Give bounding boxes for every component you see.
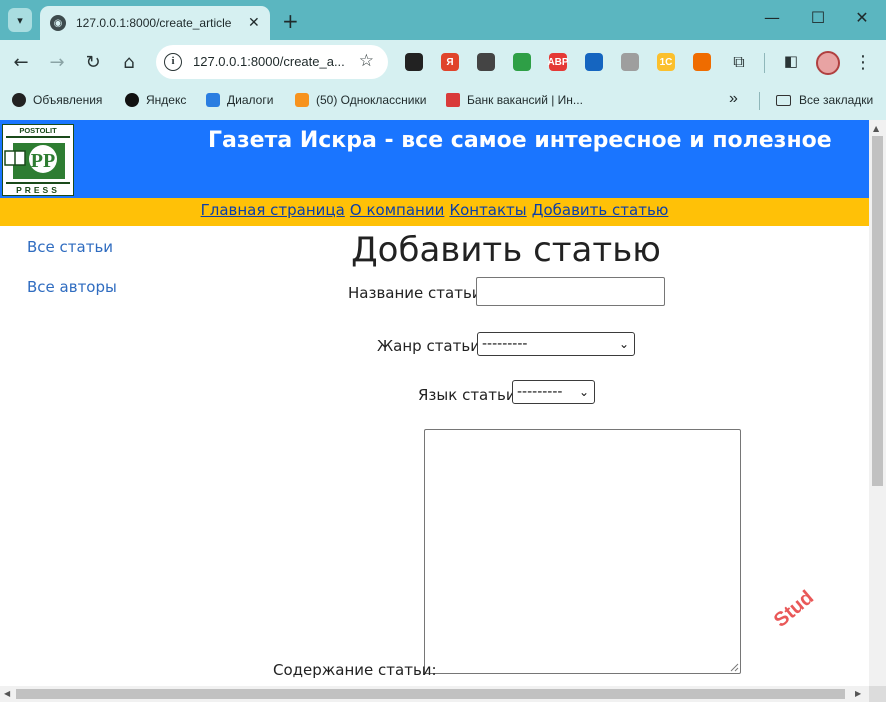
ext-gray-shield-icon[interactable] (621, 53, 639, 71)
new-tab-button[interactable]: + (282, 9, 299, 33)
menu-link-home[interactable]: Главная страница (201, 201, 345, 219)
watermark-text: Stud (769, 586, 818, 632)
chevron-down-icon: ▾ (17, 13, 23, 27)
browser-toolbar: ← → ↻ ⌂ i 127.0.0.1:8000/create_a... ☆ Я… (0, 40, 886, 86)
bookmark-item[interactable]: Диалоги (206, 93, 273, 107)
back-arrow-icon[interactable]: ← (10, 52, 32, 73)
article-content-textarea[interactable] (424, 429, 741, 674)
menu-link-contacts[interactable]: Контакты (449, 201, 526, 219)
logo-top-text: POSTOLIT (19, 126, 57, 135)
ext-globe-icon[interactable] (585, 53, 603, 71)
ext-shield-icon[interactable] (477, 53, 495, 71)
menu-link-add-article[interactable]: Добавить статью (532, 201, 669, 219)
bookmark-item[interactable]: (50) Одноклассники (295, 93, 426, 107)
genre-selected-value: --------- (482, 336, 528, 352)
scroll-left-arrow-icon[interactable]: ◀ (4, 689, 10, 698)
site-header: POSTOLIT PP PRESS Газета Искра - все сам… (0, 120, 869, 198)
tab-search-button[interactable]: ▾ (8, 8, 32, 32)
svg-text:PP: PP (31, 150, 55, 172)
bookmark-star-icon[interactable]: ☆ (359, 51, 374, 71)
content-label: Содержание статьи: (273, 661, 437, 679)
ext-abp-icon[interactable]: ABP (547, 53, 569, 71)
bookmark-label: Объявления (33, 93, 103, 107)
forward-arrow-icon[interactable]: → (46, 52, 68, 73)
language-selected-value: --------- (517, 384, 563, 400)
overflow-label: » (729, 90, 738, 107)
extensions-puzzle-icon[interactable]: ⧉ (728, 52, 750, 72)
profile-avatar[interactable] (816, 51, 840, 75)
web-page: POSTOLIT PP PRESS Газета Искра - все сам… (0, 120, 869, 686)
postolit-press-logo: POSTOLIT PP PRESS (4, 126, 70, 195)
page-heading: Добавить статью (351, 230, 661, 270)
scrollbar-corner (869, 686, 886, 702)
bookmark-item[interactable]: Яндекс (125, 93, 186, 107)
toolbar-divider (764, 53, 765, 73)
bookmarks-divider (759, 92, 760, 110)
sidebar-link-all-authors[interactable]: Все авторы (27, 278, 117, 296)
scroll-right-arrow-icon[interactable]: ▶ (855, 689, 861, 698)
home-icon[interactable]: ⌂ (118, 52, 140, 73)
menu-link-about[interactable]: О компании (350, 201, 444, 219)
article-title-label: Название статьи: (348, 284, 487, 302)
ext-yandex-icon[interactable]: Я (441, 53, 459, 71)
all-bookmarks-label: Все закладки (799, 93, 874, 107)
globe-icon: ◉ (50, 15, 66, 31)
genre-label: Жанр статьи: (377, 337, 486, 355)
vertical-scroll-thumb[interactable] (872, 136, 883, 486)
bookmark-label: (50) Одноклассники (316, 93, 427, 107)
bookmark-item[interactable]: Объявления (12, 93, 102, 107)
site-logo: POSTOLIT PP PRESS (2, 124, 74, 196)
active-tab[interactable]: ◉ 127.0.0.1:8000/create_article ✕ (40, 6, 270, 40)
bookmarks-bar: Объявления Яндекс Диалоги (50) Однокласс… (0, 86, 886, 116)
resize-grip-icon[interactable] (729, 662, 739, 672)
maximize-icon[interactable]: ☐ (808, 8, 828, 27)
chevron-down-icon: ⌄ (618, 337, 629, 351)
bookmark-icon (446, 93, 460, 107)
bookmark-item[interactable]: Банк вакансий | Ин... (446, 93, 583, 107)
site-title: Газета Искра - все самое интересное и по… (208, 128, 832, 153)
bookmark-label: Банк вакансий | Ин... (467, 93, 583, 107)
article-title-input[interactable] (476, 277, 665, 306)
logo-bottom-text: PRESS (16, 185, 60, 195)
language-label: Язык статьи: (418, 386, 521, 404)
bookmark-icon (206, 93, 220, 107)
folder-icon (776, 94, 791, 106)
bookmark-label: Диалоги (227, 93, 274, 107)
horizontal-scrollbar[interactable]: ◀ ▶ (0, 686, 869, 702)
reload-icon[interactable]: ↻ (82, 52, 104, 73)
side-panel-icon[interactable]: ◧ (780, 52, 802, 70)
chevron-down-icon: ⌄ (578, 385, 589, 399)
ext-home-icon[interactable] (513, 53, 531, 71)
tab-title: 127.0.0.1:8000/create_article (76, 16, 232, 30)
main-menu: Главная страница О компании Контакты Доб… (0, 198, 869, 226)
bookmark-icon (295, 93, 309, 107)
site-info-icon[interactable]: i (164, 53, 182, 71)
horizontal-scroll-thumb[interactable] (16, 689, 845, 699)
address-url[interactable]: 127.0.0.1:8000/create_a... (193, 54, 345, 69)
bookmark-label: Яндекс (146, 93, 187, 107)
bookmark-icon (12, 93, 26, 107)
kebab-menu-icon[interactable]: ⋮ (852, 52, 874, 73)
bookmarks-overflow-button[interactable]: » (729, 90, 738, 108)
minimize-icon[interactable]: — (762, 8, 782, 27)
window-close-icon[interactable]: ✕ (852, 8, 872, 27)
vertical-scrollbar[interactable]: ▲ (869, 120, 886, 686)
scroll-up-arrow-icon[interactable]: ▲ (873, 124, 879, 133)
address-bar[interactable]: i 127.0.0.1:8000/create_a... ☆ (156, 45, 388, 79)
genre-select[interactable]: --------- ⌄ (477, 332, 635, 356)
all-bookmarks-button[interactable]: Все закладки (776, 93, 873, 107)
language-select[interactable]: --------- ⌄ (512, 380, 595, 404)
ext-1c-icon[interactable]: 1C (657, 53, 675, 71)
bookmark-icon (125, 93, 139, 107)
close-icon[interactable]: ✕ (248, 15, 260, 31)
ext-cat-icon[interactable] (405, 53, 423, 71)
ext-firefox-icon[interactable] (693, 53, 711, 71)
browser-tab-strip: ▾ ◉ 127.0.0.1:8000/create_article ✕ + — … (0, 0, 886, 40)
